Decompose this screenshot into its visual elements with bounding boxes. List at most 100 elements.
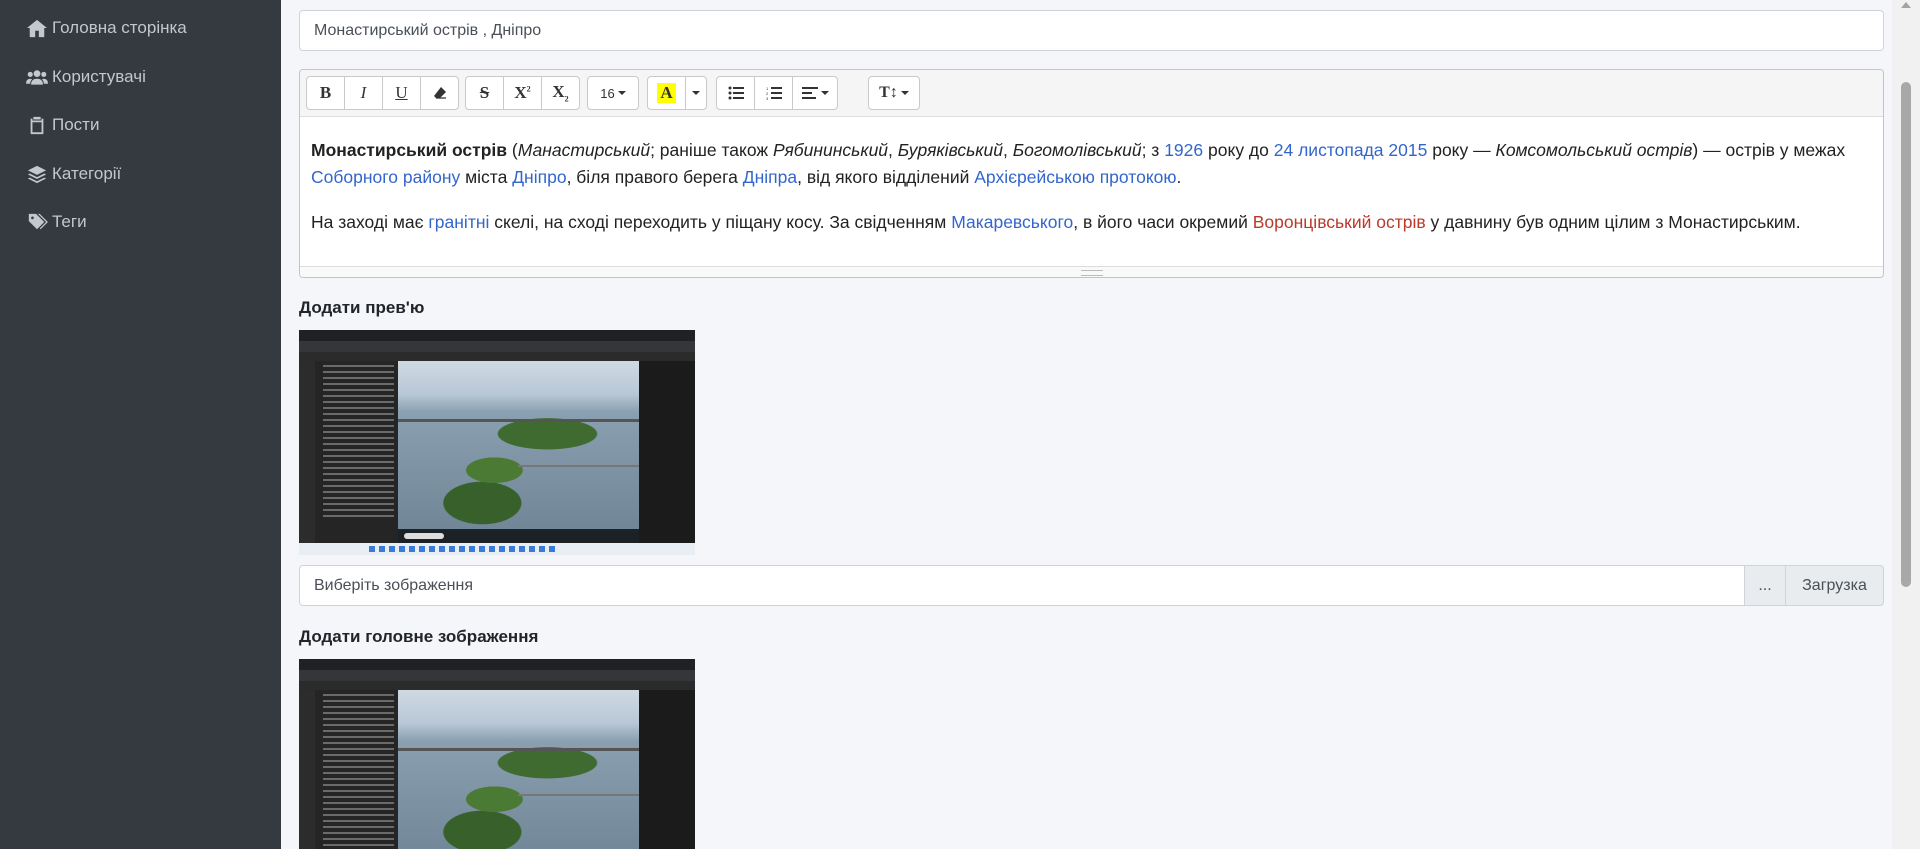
list-ul-icon xyxy=(728,86,744,100)
text: , xyxy=(1003,140,1013,160)
screenshot-dark-panel xyxy=(639,690,695,849)
scrollbar-thumb[interactable] xyxy=(1901,82,1911,587)
browse-button[interactable]: ... xyxy=(1744,565,1786,606)
svg-text:3: 3 xyxy=(766,96,769,100)
bold-icon: B xyxy=(319,83,332,102)
align-dropdown[interactable] xyxy=(792,76,838,110)
text: ; раніше також xyxy=(650,140,773,160)
text: ) — острів у межах xyxy=(1692,140,1846,160)
link[interactable]: Архієрейською протокою xyxy=(974,167,1176,187)
text: скелі, на сході переходить у піщану косу… xyxy=(489,212,952,232)
paragraph-group: 123 xyxy=(716,76,838,110)
screenshot-bookmarks xyxy=(299,681,695,690)
chevron-down-icon xyxy=(692,91,700,95)
text-height-icon: T↕ xyxy=(879,84,898,101)
screenshot-file-tree xyxy=(315,690,398,849)
sidebar-item-label: Категорії xyxy=(52,164,122,183)
text: , біля правого берега xyxy=(566,167,743,187)
screenshot-tabs xyxy=(299,659,695,670)
screenshot-bookmarks xyxy=(299,352,695,361)
unordered-list-button[interactable] xyxy=(716,76,755,110)
sidebar-item-home[interactable]: Головна сторінка xyxy=(26,11,187,45)
sidebar-item-posts[interactable]: Пости xyxy=(26,108,99,142)
screenshot-address-bar xyxy=(299,341,695,352)
subscript-button[interactable]: X2 xyxy=(541,76,580,110)
scroll-up-icon[interactable] xyxy=(1901,2,1911,8)
eraser-icon xyxy=(433,87,446,99)
home-icon xyxy=(27,19,47,38)
chevron-down-icon xyxy=(617,91,626,95)
line-height-group: T↕ xyxy=(868,76,920,110)
editor-resize-handle[interactable] xyxy=(300,266,1883,277)
preview-label: Додати прев'ю xyxy=(299,298,425,317)
sidebar-item-label: Головна сторінка xyxy=(52,18,187,37)
main-image-label: Додати головне зображення xyxy=(299,627,539,646)
sidebar-item-label: Користувачі xyxy=(52,67,146,86)
italic-button[interactable]: I xyxy=(344,76,383,110)
sidebar-item-tags[interactable]: Теги xyxy=(26,205,87,239)
italic-icon: I xyxy=(360,83,367,102)
link[interactable]: Макаревського xyxy=(951,212,1073,232)
link[interactable]: 2015 xyxy=(1388,140,1427,160)
underline-button[interactable]: U xyxy=(382,76,421,110)
font-size-dropdown[interactable]: 16 xyxy=(587,76,639,110)
text: , від якого відділений xyxy=(797,167,975,187)
link[interactable]: Соборного району xyxy=(311,167,460,187)
script-group: S X2 X2 xyxy=(465,76,580,110)
screenshot-address-bar xyxy=(299,670,695,681)
link[interactable]: 1926 xyxy=(1164,140,1203,160)
text: На заході має xyxy=(311,212,429,232)
link[interactable]: Дніпро xyxy=(512,167,566,187)
superscript-letter: X xyxy=(514,83,527,102)
font-size-group: 16 xyxy=(587,76,639,110)
file-name-field[interactable]: Виберіть зображення xyxy=(299,565,1745,606)
sidebar-item-categories[interactable]: Категорії xyxy=(26,157,121,191)
ordered-list-button[interactable]: 123 xyxy=(754,76,793,110)
clipboard-icon xyxy=(30,116,44,135)
editor-content[interactable]: Монастирський острів (Манастирський; ран… xyxy=(300,117,1883,236)
link[interactable]: 24 листопада xyxy=(1274,140,1384,160)
text: року — xyxy=(1427,140,1496,160)
redlink[interactable]: Воронцівський острів xyxy=(1253,212,1426,232)
strikethrough-icon: S xyxy=(479,83,490,102)
page-scrollbar[interactable] xyxy=(1892,0,1920,849)
text: міста xyxy=(460,167,513,187)
sidebar: Головна сторінка Користувачі Пости Катег… xyxy=(0,0,281,849)
preview-file-input: Виберіть зображення ... Загрузка xyxy=(299,565,1884,606)
color-dropdown-button[interactable] xyxy=(685,76,707,110)
screenshot-activity-bar xyxy=(299,361,315,543)
align-left-icon xyxy=(801,87,818,99)
strikethrough-button[interactable]: S xyxy=(465,76,504,110)
color-button[interactable]: A xyxy=(647,76,686,110)
text: , xyxy=(888,140,898,160)
island-photo xyxy=(398,690,639,849)
clear-format-button[interactable] xyxy=(420,76,459,110)
chevron-down-icon xyxy=(900,91,909,95)
bold-button[interactable]: B xyxy=(306,76,345,110)
main-content: Монастирський острів , Дніпро B I U S X2… xyxy=(281,0,1892,849)
chevron-down-icon xyxy=(820,91,829,95)
link[interactable]: Дніпра xyxy=(743,167,797,187)
sidebar-item-label: Теги xyxy=(52,212,87,231)
line-height-dropdown[interactable]: T↕ xyxy=(868,76,920,110)
underline-icon: U xyxy=(395,83,408,102)
rich-text-editor: B I U S X2 X2 16 A 1 2 3 T↕ Монастирськи… xyxy=(299,69,1884,278)
superscript-button[interactable]: X2 xyxy=(503,76,542,110)
font-style-group: B I U xyxy=(306,76,459,110)
superscript-icon: X2 xyxy=(514,83,531,102)
text: Комсомольський острів xyxy=(1495,140,1693,160)
link[interactable]: гранітні xyxy=(428,212,489,232)
paragraph-1: Монастирський острів (Манастирський; ран… xyxy=(311,137,1872,191)
upload-button[interactable]: Загрузка xyxy=(1785,565,1884,606)
subscript-letter: X xyxy=(552,82,565,102)
island-photo xyxy=(398,361,639,543)
text: ( xyxy=(507,140,518,160)
sidebar-item-users[interactable]: Користувачі xyxy=(26,60,146,94)
text: Богомолівський xyxy=(1012,140,1142,160)
text: року до xyxy=(1203,140,1274,160)
sidebar-item-label: Пости xyxy=(52,115,100,134)
post-title-input[interactable]: Монастирський острів , Дніпро xyxy=(299,10,1884,51)
paragraph-2: На заході має гранітні скелі, на сході п… xyxy=(311,209,1872,236)
users-icon xyxy=(26,70,48,85)
font-size-value: 16 xyxy=(600,85,615,101)
